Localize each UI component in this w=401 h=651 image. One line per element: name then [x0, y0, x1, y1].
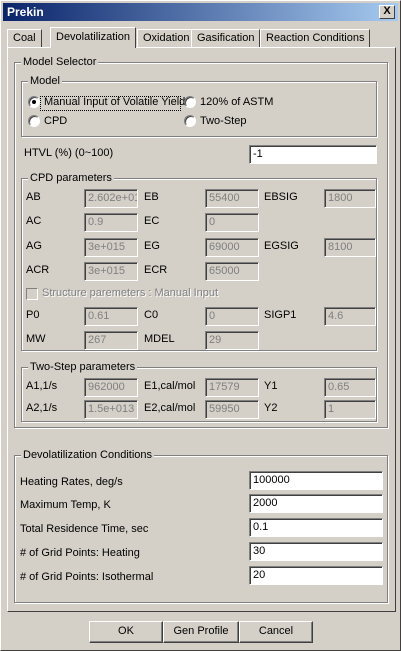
radio-cpd[interactable]	[28, 115, 40, 127]
two-step-e2-input[interactable]: 59950	[205, 400, 259, 419]
model-selector-group: Model Selector Model Manual Input of Vol…	[14, 56, 388, 428]
cpd-eg-input[interactable]: 69000	[205, 238, 259, 257]
devolatilization-panel: Model Selector Model Manual Input of Vol…	[7, 47, 396, 612]
cpd-p0-input[interactable]: 0.61	[84, 307, 138, 326]
heating-rates-input[interactable]: 100000	[249, 471, 383, 490]
cpd-eb-input[interactable]: 55400	[205, 189, 259, 208]
tab-reaction-conditions[interactable]: Reaction Conditions	[260, 29, 371, 47]
maximum-temp-label: Maximum Temp, K	[20, 499, 111, 511]
cancel-button[interactable]: Cancel	[239, 621, 313, 643]
gen-profile-button[interactable]: Gen Profile	[163, 621, 239, 643]
cpd-ecr-input[interactable]: 65000	[205, 262, 259, 281]
cpd-c0-input[interactable]: 0	[205, 307, 259, 326]
cpd-parameters-group: CPD parameters AB 2.602e+01 EB 55400 EBS…	[21, 172, 377, 351]
two-step-parameters-group: Two-Step parameters A1,1/s 962000 E1,cal…	[21, 361, 377, 422]
two-step-y2-input[interactable]: 1	[324, 400, 376, 419]
cpd-ag-input[interactable]: 3e+015	[84, 238, 138, 257]
two-step-a1-label: A1,1/s	[26, 380, 58, 392]
cpd-ebsig-label: EBSIG	[264, 191, 298, 203]
cpd-egsig-label: EGSIG	[264, 240, 299, 252]
cpd-ac-input[interactable]: 0.9	[84, 213, 138, 232]
residence-time-input[interactable]: 0.1	[249, 518, 383, 537]
cpd-mdel-input[interactable]: 29	[205, 331, 259, 350]
cpd-legend: CPD parameters	[28, 172, 114, 184]
two-step-e1-label: E1,cal/mol	[144, 380, 196, 392]
title-bar: Prekin X	[3, 3, 398, 21]
window-title: Prekin	[7, 5, 44, 19]
two-step-e2-label: E2,cal/mol	[144, 402, 196, 414]
radio-manual-input-label: Manual Input of Volatile Yield	[44, 96, 186, 108]
cpd-ab-label: AB	[26, 191, 41, 203]
maximum-temp-input[interactable]: 2000	[249, 494, 383, 513]
two-step-a1-input[interactable]: 962000	[84, 378, 138, 397]
radio-120-astm-label: 120% of ASTM	[200, 96, 274, 108]
cpd-ebsig-input[interactable]: 1800	[324, 189, 376, 208]
htvl-input[interactable]: -1	[249, 145, 377, 164]
radio-two-step[interactable]	[184, 115, 196, 127]
residence-time-label: Total Residence Time, sec	[20, 523, 149, 535]
two-step-e1-input[interactable]: 17579	[205, 378, 259, 397]
cpd-ag-label: AG	[26, 240, 42, 252]
two-step-y2-label: Y2	[264, 402, 278, 414]
tab-gasification[interactable]: Gasification	[191, 29, 261, 47]
cpd-eb-label: EB	[144, 191, 159, 203]
devolatilization-conditions-group: Devolatilization Conditions Heating Rate…	[14, 449, 388, 603]
structure-parameters-label: Structure paremeters : Manual Input	[42, 287, 219, 299]
cpd-sigp1-label: SIGP1	[264, 309, 297, 321]
cpd-acr-input[interactable]: 3e+015	[84, 262, 138, 281]
two-step-y1-label: Y1	[264, 380, 278, 392]
grid-points-heating-input[interactable]: 30	[249, 542, 383, 561]
model-group: Model Manual Input of Volatile Yield 120…	[21, 75, 377, 137]
cpd-ecr-label: ECR	[144, 264, 168, 276]
grid-points-isothermal-input[interactable]: 20	[249, 566, 383, 585]
cpd-acr-label: ACR	[26, 264, 50, 276]
two-step-legend: Two-Step parameters	[28, 361, 138, 373]
radio-120-astm[interactable]	[184, 96, 196, 108]
two-step-a2-input[interactable]: 1.5e+013	[84, 400, 138, 419]
cpd-eg-label: EG	[144, 240, 160, 252]
cpd-c0-label: C0	[144, 309, 159, 321]
radio-cpd-label: CPD	[44, 115, 68, 127]
two-step-y1-input[interactable]: 0.65	[324, 378, 376, 397]
htvl-label: HTVL (%) (0~100)	[24, 147, 114, 159]
close-button[interactable]: X	[379, 5, 395, 19]
prekin-window: Prekin X Coal Devolatilization Oxidation…	[0, 0, 401, 651]
model-selector-legend: Model Selector	[21, 56, 99, 68]
cpd-egsig-input[interactable]: 8100	[324, 238, 376, 257]
cpd-ab-input[interactable]: 2.602e+01	[84, 189, 138, 208]
cpd-p0-label: P0	[26, 309, 40, 321]
cpd-ec-input[interactable]: 0	[205, 213, 259, 232]
cpd-mw-input[interactable]: 267	[84, 331, 138, 350]
tab-devolatilization[interactable]: Devolatilization	[50, 27, 136, 48]
grid-points-isothermal-label: # of Grid Points: Isothermal	[20, 571, 154, 583]
radio-manual-input[interactable]	[28, 96, 40, 108]
cpd-ac-label: AC	[26, 215, 42, 227]
ok-button[interactable]: OK	[89, 621, 163, 643]
cpd-sigp1-input[interactable]: 4.6	[324, 307, 376, 326]
radio-two-step-label: Two-Step	[200, 115, 247, 127]
two-step-a2-label: A2,1/s	[26, 402, 58, 414]
cpd-mdel-label: MDEL	[144, 333, 175, 345]
tab-oxidation[interactable]: Oxidation	[137, 29, 196, 47]
model-legend: Model	[28, 75, 62, 87]
cpd-ec-label: EC	[144, 215, 160, 227]
tab-coal[interactable]: Coal	[7, 29, 42, 47]
structure-parameters-checkbox[interactable]	[26, 288, 38, 300]
grid-points-heating-label: # of Grid Points: Heating	[20, 547, 140, 559]
cpd-mw-label: MW	[26, 333, 46, 345]
conditions-legend: Devolatilization Conditions	[21, 449, 155, 461]
heating-rates-label: Heating Rates, deg/s	[20, 476, 123, 488]
